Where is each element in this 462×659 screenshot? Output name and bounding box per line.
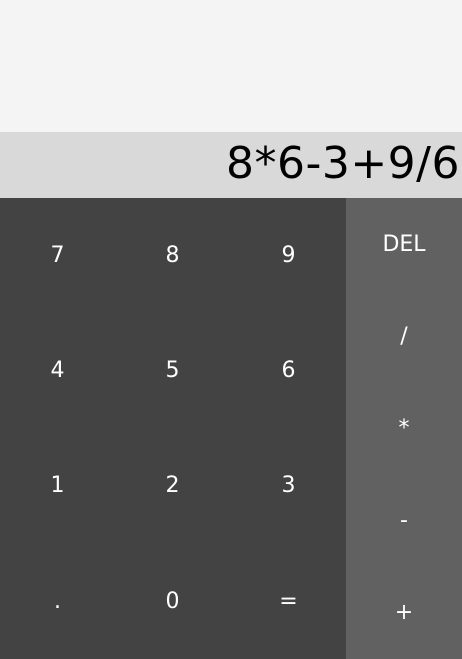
key-0[interactable]: 0 bbox=[115, 544, 230, 659]
key-9[interactable]: 9 bbox=[231, 198, 346, 313]
key-6[interactable]: 6 bbox=[231, 313, 346, 428]
divide-button[interactable]: / bbox=[346, 290, 462, 382]
key-1[interactable]: 1 bbox=[0, 428, 115, 543]
key-4[interactable]: 4 bbox=[0, 313, 115, 428]
add-button[interactable]: + bbox=[346, 566, 462, 658]
expression-display: 8*6-3+9/6 bbox=[225, 138, 460, 189]
multiply-button[interactable]: * bbox=[346, 382, 462, 474]
calculator-display: 8*6-3+9/6 bbox=[0, 132, 462, 198]
calculator-app: 8*6-3+9/6 7 8 9 4 5 6 1 2 3 . 0 = DEL / … bbox=[0, 0, 462, 659]
top-empty-area bbox=[0, 0, 462, 132]
key-3[interactable]: 3 bbox=[231, 428, 346, 543]
number-keypad: 7 8 9 4 5 6 1 2 3 . 0 = bbox=[0, 198, 346, 659]
key-decimal[interactable]: . bbox=[0, 544, 115, 659]
key-8[interactable]: 8 bbox=[115, 198, 230, 313]
key-equals[interactable]: = bbox=[231, 544, 346, 659]
key-7[interactable]: 7 bbox=[0, 198, 115, 313]
operator-panel: DEL / * - + bbox=[346, 198, 462, 659]
key-5[interactable]: 5 bbox=[115, 313, 230, 428]
key-2[interactable]: 2 bbox=[115, 428, 230, 543]
subtract-button[interactable]: - bbox=[346, 474, 462, 566]
delete-button[interactable]: DEL bbox=[346, 198, 462, 290]
